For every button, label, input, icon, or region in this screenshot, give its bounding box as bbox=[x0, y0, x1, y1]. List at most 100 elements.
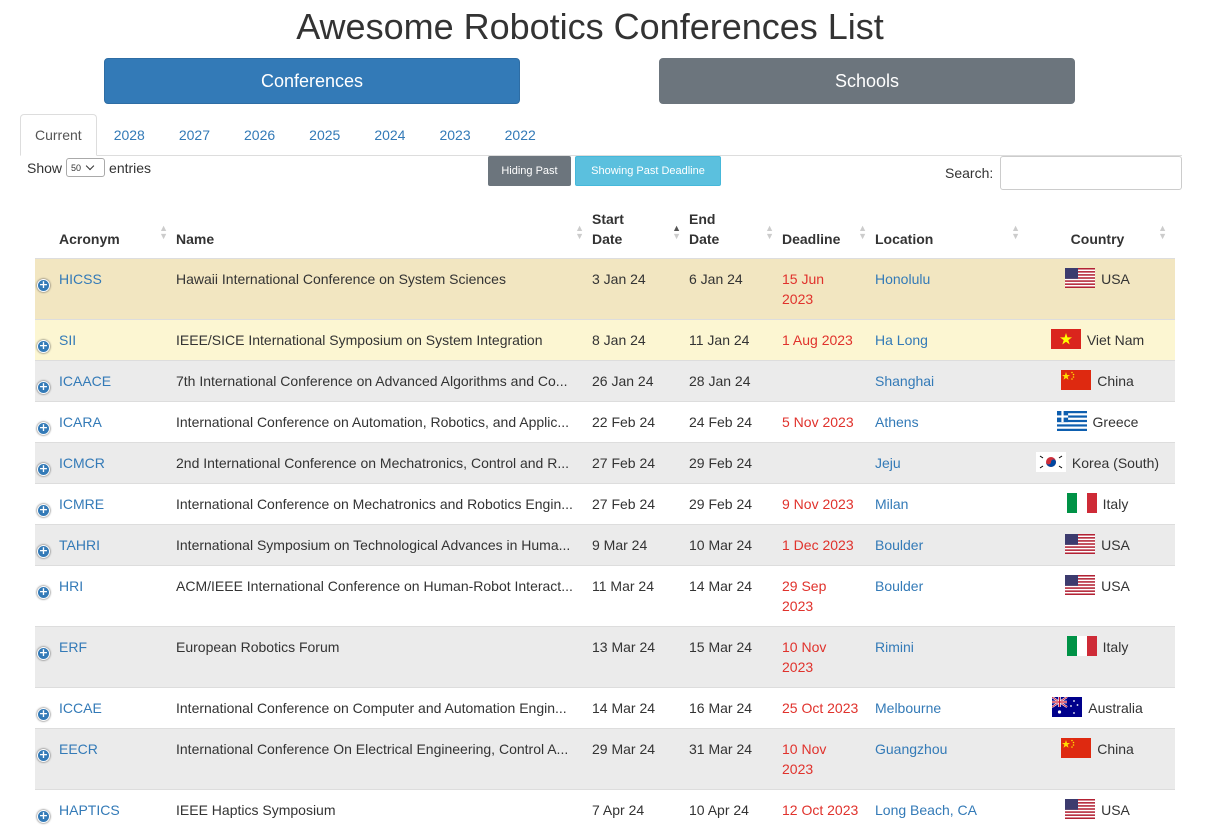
location-link[interactable]: Ha Long bbox=[875, 318, 1028, 360]
expand-row-icon[interactable]: + bbox=[37, 809, 50, 823]
end-date-cell: 29 Feb 24 bbox=[689, 441, 782, 483]
acronym-link[interactable]: ICCAE bbox=[59, 700, 102, 716]
location-link[interactable]: Melbourne bbox=[875, 686, 1028, 728]
acronym-link[interactable]: ICARA bbox=[59, 414, 102, 430]
deadline-cell: 9 Nov 2023 bbox=[782, 482, 875, 524]
country-cell: USA bbox=[1028, 564, 1175, 626]
expand-row-icon[interactable]: + bbox=[37, 278, 50, 292]
location-link[interactable]: Milan bbox=[875, 482, 1028, 524]
end-date-cell: 24 Feb 24 bbox=[689, 400, 782, 442]
acronym-link[interactable]: ICMRE bbox=[59, 496, 104, 512]
end-date-cell: 14 Mar 24 bbox=[689, 564, 782, 626]
show-label: Show bbox=[27, 159, 63, 176]
header-end-date[interactable]: End Date ▲ ▼ bbox=[689, 204, 782, 259]
table-row[interactable]: + SII IEEE/SICE International Symposium on… bbox=[35, 318, 1175, 360]
table-row[interactable]: + ERF European Robotics Forum 13 Mar 24 15 M… bbox=[35, 625, 1175, 687]
expand-row-icon[interactable]: + bbox=[37, 707, 50, 721]
country-name: China bbox=[1097, 372, 1134, 389]
tab-2028[interactable]: 2028 bbox=[97, 114, 162, 156]
location-link[interactable]: Boulder bbox=[875, 523, 1028, 565]
header-deadline[interactable]: Deadline ▲ ▼ bbox=[782, 204, 875, 259]
expand-row-icon[interactable]: + bbox=[37, 339, 50, 353]
acronym-cell[interactable]: + ICMRE bbox=[35, 482, 176, 524]
header-name[interactable]: Name ▲ ▼ bbox=[176, 204, 592, 259]
table-row[interactable]: + HRI ACM/IEEE International Conference on… bbox=[35, 564, 1175, 626]
acronym-link[interactable]: HICSS bbox=[59, 271, 102, 287]
expand-row-icon[interactable]: + bbox=[37, 503, 50, 517]
location-link[interactable]: Shanghai bbox=[875, 359, 1028, 401]
search-input[interactable] bbox=[1000, 156, 1182, 190]
location-link[interactable]: Long Beach, CA bbox=[875, 788, 1028, 830]
acronym-cell[interactable]: + ICARA bbox=[35, 400, 176, 442]
country-name: Italy bbox=[1102, 638, 1129, 655]
location-link[interactable]: Honolulu bbox=[875, 257, 1028, 319]
usa-flag-icon bbox=[1065, 268, 1096, 289]
expand-row-icon[interactable]: + bbox=[37, 544, 50, 558]
acronym-cell[interactable]: + ICMCR bbox=[35, 441, 176, 483]
header-country[interactable]: Country ▲ ▼ bbox=[1028, 204, 1175, 259]
expand-row-icon[interactable]: + bbox=[37, 462, 50, 476]
acronym-link[interactable]: SII bbox=[59, 332, 76, 348]
acronym-link[interactable]: HAPTICS bbox=[59, 802, 120, 818]
acronym-link[interactable]: ICAACE bbox=[59, 373, 111, 389]
showing-past-deadline-button[interactable]: Showing Past Deadline bbox=[575, 156, 721, 186]
acronym-cell[interactable]: + ERF bbox=[35, 625, 176, 687]
acronym-cell[interactable]: + SII bbox=[35, 318, 176, 360]
expand-row-icon[interactable]: + bbox=[37, 748, 50, 762]
location-link[interactable]: Rimini bbox=[875, 625, 1028, 687]
acronym-cell[interactable]: + HRI bbox=[35, 564, 176, 626]
acronym-cell[interactable]: + ICCAE bbox=[35, 686, 176, 728]
acronym-cell[interactable]: + HAPTICS bbox=[35, 788, 176, 830]
entries-select[interactable]: 50 bbox=[66, 158, 106, 177]
expand-row-icon[interactable]: + bbox=[37, 646, 50, 660]
tab-2027[interactable]: 2027 bbox=[162, 114, 227, 156]
entries-label: entries bbox=[109, 159, 152, 176]
end-date-cell: 10 Apr 24 bbox=[689, 788, 782, 830]
acronym-link[interactable]: EECR bbox=[59, 741, 98, 757]
end-date-cell: 28 Jan 24 bbox=[689, 359, 782, 401]
sort-icon: ▲ ▼ bbox=[765, 222, 774, 241]
table-row[interactable]: + TAHRI International Symposium on Technol… bbox=[35, 523, 1175, 565]
acronym-cell[interactable]: + EECR bbox=[35, 727, 176, 789]
table-row[interactable]: + ICMRE International Conference on Mechat… bbox=[35, 482, 1175, 524]
acronym-link[interactable]: ICMCR bbox=[59, 455, 105, 471]
acronym-link[interactable]: ERF bbox=[59, 639, 87, 655]
tab-2024[interactable]: 2024 bbox=[357, 114, 422, 156]
start-date-cell: 27 Feb 24 bbox=[592, 441, 689, 483]
header-location[interactable]: Location ▲ ▼ bbox=[875, 204, 1028, 259]
acronym-link[interactable]: HRI bbox=[59, 578, 83, 594]
tab-current[interactable]: Current bbox=[20, 114, 97, 156]
header-acronym[interactable]: Acronym ▲ ▼ bbox=[35, 204, 176, 259]
expand-row-icon[interactable]: + bbox=[37, 585, 50, 599]
acronym-cell[interactable]: + ICAACE bbox=[35, 359, 176, 401]
table-row[interactable]: + EECR International Conference On Electri… bbox=[35, 727, 1175, 789]
table-row[interactable]: + HICSS Hawaii International Conference on… bbox=[35, 257, 1175, 319]
country-cell: USA bbox=[1028, 257, 1175, 319]
expand-row-icon[interactable]: + bbox=[37, 380, 50, 394]
schools-button[interactable]: Schools bbox=[659, 58, 1075, 104]
acronym-cell[interactable]: + TAHRI bbox=[35, 523, 176, 565]
conferences-button[interactable]: Conferences bbox=[104, 58, 520, 104]
header-start-date[interactable]: Start Date ▲ ▼ bbox=[592, 204, 689, 259]
tab-2023[interactable]: 2023 bbox=[422, 114, 487, 156]
acronym-cell[interactable]: + HICSS bbox=[35, 257, 176, 319]
search-label: Search: bbox=[945, 165, 994, 181]
entries-length-control: Show 50 entries bbox=[27, 158, 151, 177]
location-link[interactable]: Boulder bbox=[875, 564, 1028, 626]
location-link[interactable]: Jeju bbox=[875, 441, 1028, 483]
table-row[interactable]: + ICCAE International Conference on Comput… bbox=[35, 686, 1175, 728]
australia-flag-icon bbox=[1052, 697, 1083, 718]
sort-icon: ▲ ▼ bbox=[575, 222, 584, 241]
tab-2025[interactable]: 2025 bbox=[292, 114, 357, 156]
tab-2022[interactable]: 2022 bbox=[488, 114, 553, 156]
table-row[interactable]: + ICMCR 2nd International Conference on Me… bbox=[35, 441, 1175, 483]
location-link[interactable]: Athens bbox=[875, 400, 1028, 442]
location-link[interactable]: Guangzhou bbox=[875, 727, 1028, 789]
table-row[interactable]: + ICAACE 7th International Conference on A… bbox=[35, 359, 1175, 401]
table-row[interactable]: + HAPTICS IEEE Haptics Symposium 7 Apr 24 10… bbox=[35, 788, 1175, 830]
acronym-link[interactable]: TAHRI bbox=[59, 537, 100, 553]
table-row[interactable]: + ICARA International Conference on Automa… bbox=[35, 400, 1175, 442]
hiding-past-button[interactable]: Hiding Past bbox=[488, 156, 571, 186]
tab-2026[interactable]: 2026 bbox=[227, 114, 292, 156]
expand-row-icon[interactable]: + bbox=[37, 421, 50, 435]
